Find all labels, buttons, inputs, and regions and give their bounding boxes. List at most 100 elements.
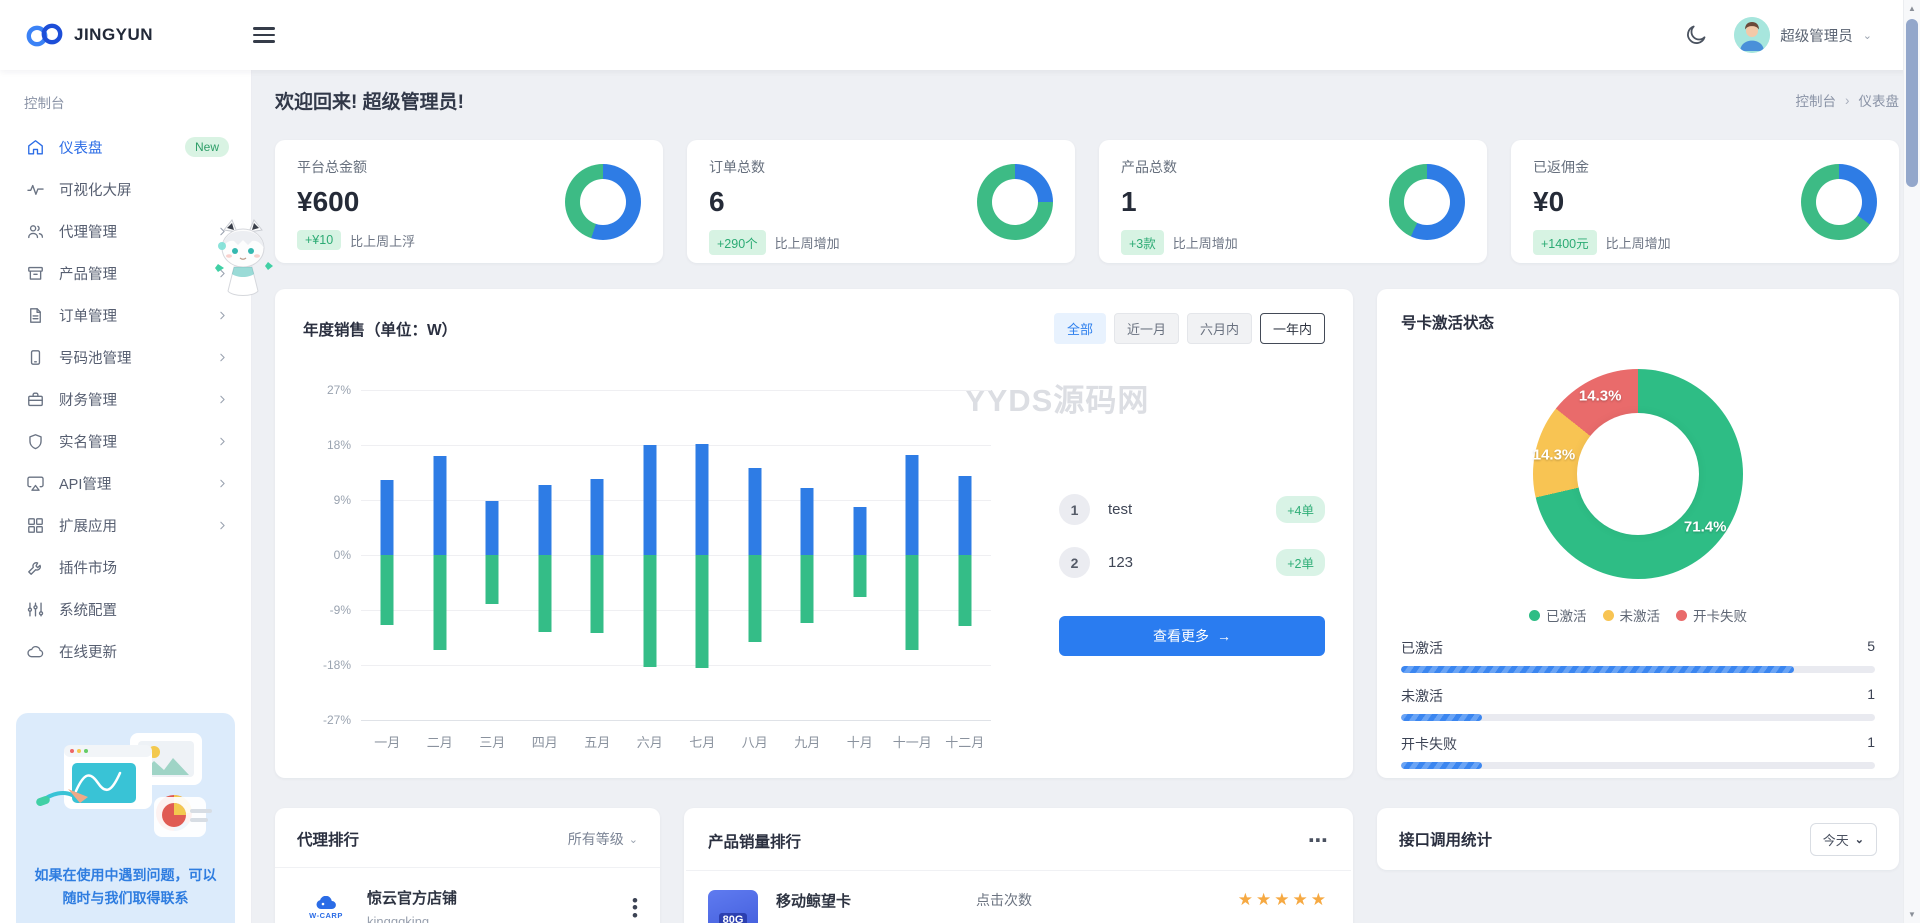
bar-column-8[interactable] bbox=[781, 390, 834, 720]
activation-legend: 已激活未激活开卡失败 bbox=[1401, 605, 1875, 625]
stat-title: 平台总金额 bbox=[297, 157, 415, 177]
progress-group-0: 已激活5 bbox=[1401, 638, 1875, 673]
rank-name: 123 bbox=[1108, 554, 1133, 571]
bar-column-10[interactable] bbox=[886, 390, 939, 720]
legend-dot bbox=[1529, 610, 1540, 621]
cloud-logo-icon bbox=[24, 21, 66, 49]
agent-username: kingqqking bbox=[367, 914, 457, 923]
activity-icon bbox=[26, 180, 45, 199]
bar-column-11[interactable] bbox=[939, 390, 992, 720]
user-menu[interactable]: 超级管理员 ⌄ bbox=[1734, 17, 1872, 53]
gridline bbox=[361, 720, 991, 721]
sidebar: 控制台 仪表盘New可视化大屏代理管理产品管理订单管理号码池管理财务管理实名管理… bbox=[0, 70, 252, 923]
sidebar-item-8[interactable]: API管理 bbox=[22, 462, 233, 504]
chevron-right-icon bbox=[216, 393, 229, 406]
sidebar-item-7[interactable]: 实名管理 bbox=[22, 420, 233, 462]
y-axis-tick: 0% bbox=[309, 548, 351, 562]
bar-negative bbox=[958, 555, 971, 626]
donut-segment-label: 71.4% bbox=[1684, 518, 1727, 535]
bar-negative bbox=[643, 555, 656, 667]
brand-logo[interactable]: JINGYUN bbox=[24, 21, 153, 49]
bar-column-0[interactable] bbox=[361, 390, 414, 720]
progress-group-2: 开卡失败1 bbox=[1401, 734, 1875, 769]
x-axis-label: 十二月 bbox=[939, 732, 992, 751]
sidebar-item-1[interactable]: 可视化大屏 bbox=[22, 168, 233, 210]
legend-item-2[interactable]: 开卡失败 bbox=[1676, 605, 1747, 625]
clicks-label: 点击次数 bbox=[976, 890, 1166, 910]
product-row[interactable]: 80G 移动鲸望卡 点击次数 340K ★★★★★ 1234单 bbox=[708, 890, 1329, 923]
progress-value: 1 bbox=[1867, 686, 1875, 706]
sidebar-item-label: 扩展应用 bbox=[59, 515, 117, 536]
chevron-right-icon bbox=[216, 435, 229, 448]
bar-positive bbox=[486, 501, 499, 555]
bar-positive bbox=[381, 480, 394, 555]
kebab-menu-icon[interactable]: ••• bbox=[632, 897, 638, 920]
ranking-row-1[interactable]: 2123+2单 bbox=[1059, 547, 1325, 578]
breadcrumb-console[interactable]: 控制台 bbox=[1796, 90, 1837, 110]
view-more-button[interactable]: 查看更多 → bbox=[1059, 616, 1325, 656]
page-scrollbar[interactable]: ▲ ▼ bbox=[1903, 0, 1920, 923]
agent-row[interactable]: W-CARP 惊云官方店铺 kingqqking ••• bbox=[297, 887, 638, 923]
sidebar-item-10[interactable]: 插件市场 bbox=[22, 546, 233, 588]
scrollbar-thumb[interactable] bbox=[1906, 19, 1918, 187]
scroll-down-arrow[interactable]: ▼ bbox=[1904, 906, 1920, 923]
stat-title: 已返佣金 bbox=[1533, 157, 1671, 177]
sidebar-item-6[interactable]: 财务管理 bbox=[22, 378, 233, 420]
bar-column-9[interactable] bbox=[834, 390, 887, 720]
sidebar-toggle-icon[interactable] bbox=[253, 24, 279, 46]
help-illustration bbox=[34, 731, 218, 849]
sidebar-item-label: 在线更新 bbox=[59, 641, 117, 662]
file-icon bbox=[26, 306, 45, 325]
bar-column-4[interactable] bbox=[571, 390, 624, 720]
sidebar-item-11[interactable]: 系统配置 bbox=[22, 588, 233, 630]
breadcrumb-dashboard: 仪表盘 bbox=[1859, 90, 1900, 110]
progress-label: 开卡失败 bbox=[1401, 734, 1457, 754]
chevron-right-icon bbox=[216, 351, 229, 364]
legend-item-0[interactable]: 已激活 bbox=[1529, 605, 1587, 625]
bar-negative bbox=[853, 555, 866, 597]
sidebar-item-label: API管理 bbox=[59, 473, 111, 494]
sidebar-item-0[interactable]: 仪表盘New bbox=[22, 126, 233, 168]
bar-column-7[interactable] bbox=[729, 390, 782, 720]
bar-column-6[interactable] bbox=[676, 390, 729, 720]
topbar: JINGYUN 超级管理员 ⌄ bbox=[0, 0, 1920, 70]
agent-level-filter[interactable]: 所有等级 ⌄ bbox=[568, 829, 638, 849]
avatar bbox=[1734, 17, 1770, 53]
ellipsis-menu-icon[interactable]: ⋯ bbox=[1308, 828, 1329, 853]
bar-column-3[interactable] bbox=[519, 390, 572, 720]
tab-1[interactable]: 近一月 bbox=[1114, 313, 1179, 344]
tab-2[interactable]: 六月内 bbox=[1187, 313, 1252, 344]
activation-title: 号卡激活状态 bbox=[1401, 311, 1875, 333]
progress-label: 未激活 bbox=[1401, 686, 1443, 706]
y-axis-tick: 9% bbox=[309, 493, 351, 507]
ranking-row-0[interactable]: 1test+4单 bbox=[1059, 494, 1325, 525]
chevron-right-icon bbox=[216, 225, 229, 238]
api-period-select[interactable]: 今天 ⌄ bbox=[1810, 823, 1877, 856]
tab-0[interactable]: 全部 bbox=[1054, 313, 1106, 344]
sidebar-item-3[interactable]: 产品管理 bbox=[22, 252, 233, 294]
sidebar-item-9[interactable]: 扩展应用 bbox=[22, 504, 233, 546]
sidebar-item-2[interactable]: 代理管理 bbox=[22, 210, 233, 252]
sidebar-item-4[interactable]: 订单管理 bbox=[22, 294, 233, 336]
sidebar-item-5[interactable]: 号码池管理 bbox=[22, 336, 233, 378]
bar-column-2[interactable] bbox=[466, 390, 519, 720]
annual-sales-title: 年度销售（单位：W） bbox=[303, 318, 457, 340]
bar-column-5[interactable] bbox=[624, 390, 677, 720]
x-axis-label: 九月 bbox=[781, 732, 834, 751]
progress-group-1: 未激活 1 bbox=[1401, 686, 1875, 721]
progress-bar bbox=[1401, 666, 1875, 673]
dark-mode-toggle-icon[interactable] bbox=[1684, 23, 1708, 47]
bar-negative bbox=[538, 555, 551, 632]
bar-column-1[interactable] bbox=[414, 390, 467, 720]
agent-logo: W-CARP bbox=[297, 896, 355, 920]
x-axis-label: 二月 bbox=[414, 732, 467, 751]
sidebar-item-12[interactable]: 在线更新 bbox=[22, 630, 233, 672]
progress-bar bbox=[1401, 714, 1875, 721]
scroll-up-arrow[interactable]: ▲ bbox=[1904, 0, 1920, 17]
users-icon bbox=[26, 222, 45, 241]
legend-item-1[interactable]: 未激活 bbox=[1603, 605, 1661, 625]
tab-3[interactable]: 一年内 bbox=[1260, 313, 1325, 344]
stat-value: 1 bbox=[1121, 186, 1238, 218]
bar-negative bbox=[381, 555, 394, 625]
sidebar-item-label: 可视化大屏 bbox=[59, 179, 132, 200]
